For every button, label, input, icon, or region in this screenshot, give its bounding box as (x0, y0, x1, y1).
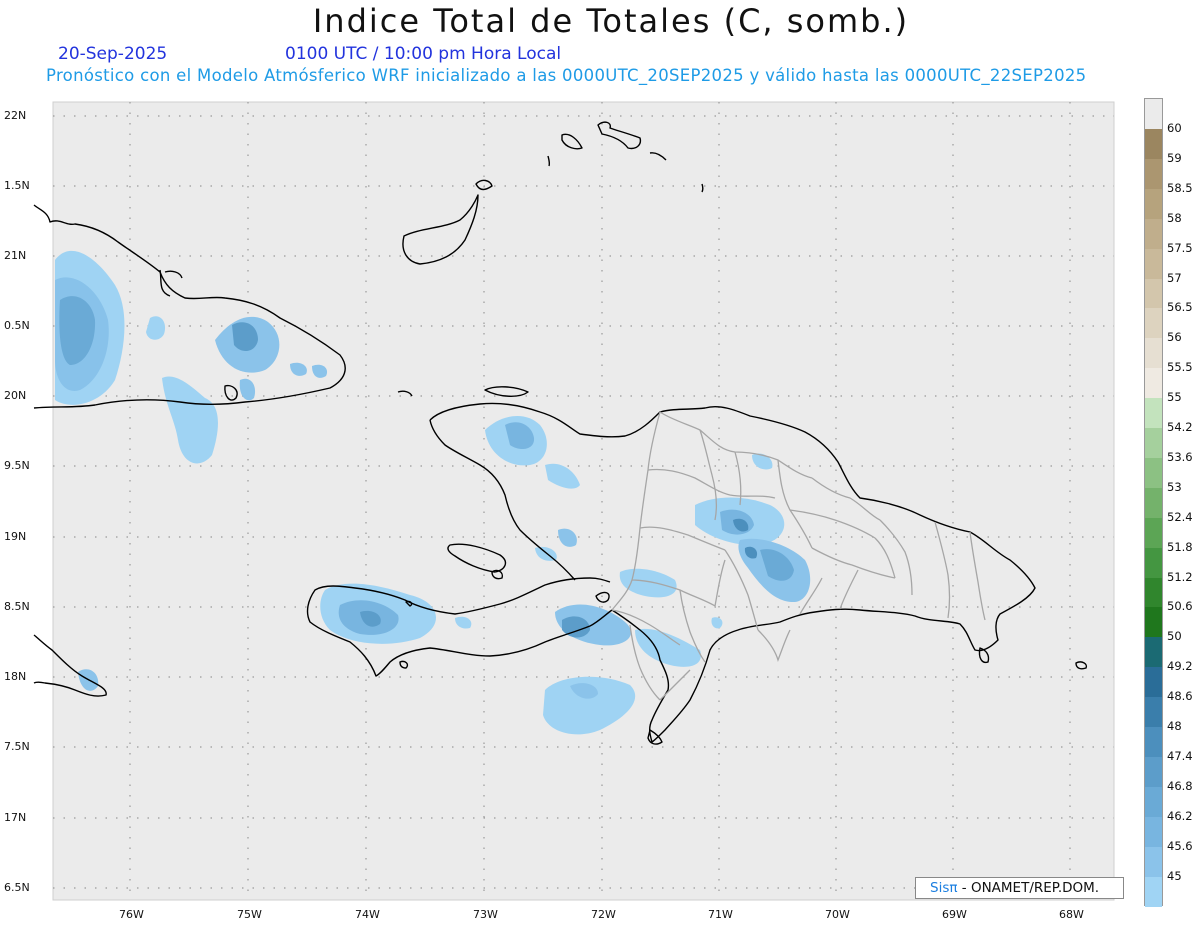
colorbar-swatch (1145, 517, 1162, 549)
lat-label: 21N (4, 249, 27, 262)
colorbar-swatch (1145, 607, 1162, 638)
colorbar-label: 60 (1167, 121, 1182, 135)
lat-label: 8.5N (4, 600, 30, 613)
lon-label: 68W (1059, 908, 1084, 921)
colorbar-swatch (1145, 637, 1162, 668)
lat-label: 22N (4, 109, 27, 122)
lat-label: 19N (4, 530, 27, 543)
colorbar-swatch (1145, 846, 1162, 878)
lon-label: 73W (473, 908, 498, 921)
colorbar-label: 52.4 (1167, 509, 1193, 524)
map-panel (33, 101, 1115, 901)
credit-text: - ONAMET/REP.DOM. (961, 880, 1100, 896)
colorbar-label: 48.6 (1167, 689, 1193, 704)
colorbar-swatch (1145, 697, 1162, 728)
lon-label: 75W (237, 908, 262, 921)
lon-label: 74W (355, 908, 380, 921)
lat-label: 17N (4, 811, 27, 824)
colorbar-label: 45.6 (1167, 838, 1193, 853)
colorbar-swatch (1145, 667, 1162, 698)
credit-brand: Sisπ (930, 880, 958, 896)
lat-label: 20N (4, 389, 27, 402)
colorbar-swatch (1145, 398, 1162, 429)
lat-label: 0.5N (4, 319, 30, 332)
colorbar-label: 54.2 (1167, 420, 1193, 434)
colorbar-label: 51.8 (1167, 539, 1193, 554)
colorbar-label: 45 (1167, 868, 1182, 883)
colorbar-swatch (1145, 368, 1162, 399)
colorbar-swatch (1145, 487, 1162, 519)
colorbar-swatch (1145, 577, 1162, 608)
colorbar-swatch (1145, 816, 1162, 848)
colorbar-label: 50 (1167, 629, 1182, 644)
map-background (52, 101, 1115, 901)
colorbar-label: 53 (1167, 479, 1182, 494)
lat-label: 7.5N (4, 740, 30, 753)
colorbar-label: 48 (1167, 719, 1182, 733)
colorbar-label: 53.6 (1167, 449, 1193, 464)
colorbar-label: 51.2 (1167, 569, 1193, 584)
lat-label: 6.5N (4, 881, 30, 894)
colorbar-label: 50.6 (1167, 599, 1193, 614)
colorbar-label: 56 (1167, 330, 1182, 345)
colorbar-swatch (1145, 338, 1162, 369)
lon-label: 70W (825, 908, 850, 921)
colorbar-swatch (1145, 786, 1162, 818)
lat-label: 9.5N (4, 459, 30, 472)
colorbar-label: 58.5 (1167, 180, 1193, 195)
colorbar (1144, 98, 1163, 907)
colorbar-swatch (1145, 547, 1162, 579)
colorbar-label: 46.8 (1167, 778, 1193, 793)
colorbar-label: 57 (1167, 270, 1182, 285)
credit-box: Sisπ - ONAMET/REP.DOM. (915, 877, 1124, 899)
colorbar-swatch (1145, 876, 1162, 907)
colorbar-label: 55 (1167, 390, 1182, 405)
colorbar-swatch (1145, 188, 1162, 220)
colorbar-swatch (1145, 248, 1162, 280)
colorbar-swatch (1145, 727, 1162, 758)
colorbar-swatch (1145, 158, 1162, 190)
colorbar-swatch (1145, 756, 1162, 788)
colorbar-swatch (1145, 278, 1162, 309)
colorbar-swatch (1145, 457, 1162, 489)
lon-label: 76W (119, 908, 144, 921)
lon-label: 72W (591, 908, 616, 921)
colorbar-label: 59 (1167, 150, 1182, 165)
colorbar-label: 58 (1167, 210, 1182, 225)
colorbar-label: 46.2 (1167, 808, 1193, 823)
colorbar-label: 47.4 (1167, 748, 1193, 763)
colorbar-label: 49.2 (1167, 659, 1193, 674)
lon-label: 69W (942, 908, 967, 921)
colorbar-swatch (1145, 129, 1162, 160)
lat-label: 18N (4, 670, 27, 683)
lat-label: 1.5N (4, 179, 30, 192)
colorbar-swatch (1145, 218, 1162, 250)
colorbar-label: 56.5 (1167, 300, 1193, 315)
colorbar-swatch (1145, 308, 1162, 339)
colorbar-swatch (1145, 428, 1162, 459)
colorbar-label: 57.5 (1167, 240, 1193, 255)
colorbar-label: 55.5 (1167, 360, 1193, 375)
lon-label: 71W (708, 908, 733, 921)
